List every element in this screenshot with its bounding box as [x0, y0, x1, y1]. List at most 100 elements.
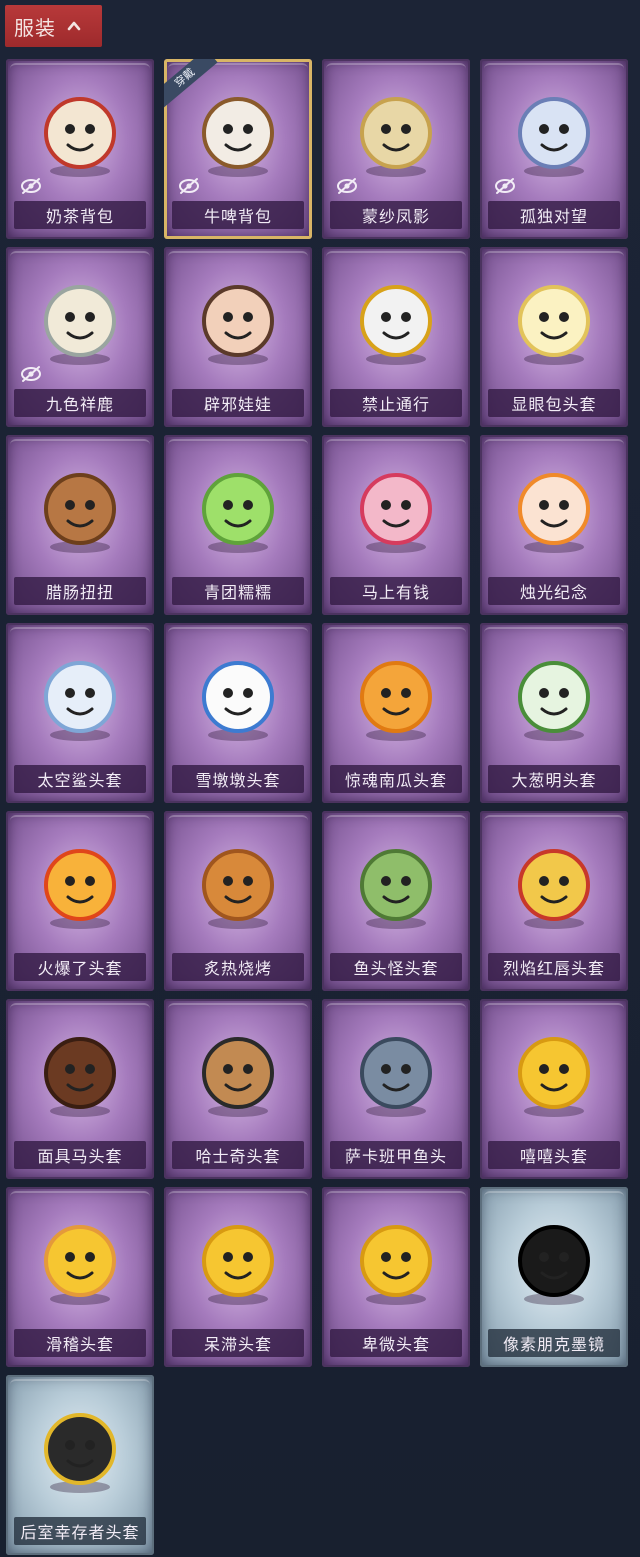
section-header-costume[interactable]: 服装 — [5, 5, 102, 47]
green-dumpling-icon — [202, 473, 274, 553]
card-frame-decoration — [10, 1003, 150, 1015]
chevron-up-icon — [67, 21, 81, 31]
card-frame-decoration — [10, 439, 150, 451]
husky-head-icon — [202, 1037, 274, 1117]
item-card[interactable]: 嘻嘻头套 — [480, 999, 628, 1179]
card-frame-decoration — [10, 1379, 150, 1391]
item-label: 青团糯糯 — [203, 583, 272, 602]
no-entry-cone-icon — [360, 285, 432, 365]
red-lips-head-icon — [518, 849, 590, 929]
wardrobe-page: 服装 奶茶背包 穿戴 牛啤背包蒙纱凤影 孤独对望九色祥鹿 辟邪娃娃 禁止通行 显眼包头套腊肠… — [0, 0, 640, 1557]
item-label-bar: 马上有钱 — [330, 577, 462, 605]
item-label: 雪墩墩头套 — [195, 771, 281, 790]
humble-emoji-icon — [360, 1225, 432, 1305]
card-frame-decoration — [10, 627, 150, 639]
eye-slash-icon[interactable] — [20, 365, 42, 383]
item-card[interactable]: 显眼包头套 — [480, 247, 628, 427]
item-card[interactable]: 孤独对望 — [480, 59, 628, 239]
item-label: 九色祥鹿 — [45, 395, 114, 414]
card-frame-decoration — [484, 627, 624, 639]
item-label-bar: 像素朋克墨镜 — [488, 1329, 620, 1357]
item-label: 火爆了头套 — [37, 959, 123, 978]
card-frame-decoration — [168, 251, 308, 263]
card-frame-decoration — [484, 63, 624, 75]
item-card[interactable]: 哈士奇头套 — [164, 999, 312, 1179]
item-card[interactable]: 九色祥鹿 — [6, 247, 154, 427]
item-label-bar: 火爆了头套 — [14, 953, 146, 981]
item-card[interactable]: 雪墩墩头套 — [164, 623, 312, 803]
pixel-sunglasses-icon — [518, 1225, 590, 1305]
card-frame-decoration — [484, 815, 624, 827]
item-card[interactable]: 禁止通行 — [322, 247, 470, 427]
card-frame-decoration — [326, 1003, 466, 1015]
space-shark-icon — [44, 661, 116, 741]
card-frame-decoration — [326, 63, 466, 75]
item-card[interactable]: 奶茶背包 — [6, 59, 154, 239]
item-card[interactable]: 蒙纱凤影 — [322, 59, 470, 239]
item-card[interactable]: 穿戴 牛啤背包 — [164, 59, 312, 239]
pumpkin-head-icon — [360, 661, 432, 741]
item-card[interactable]: 滑稽头套 — [6, 1187, 154, 1367]
item-card[interactable]: 太空鲨头套 — [6, 623, 154, 803]
card-frame-decoration — [10, 1191, 150, 1203]
item-card[interactable]: 萨卡班甲鱼头 — [322, 999, 470, 1179]
item-card[interactable]: 腊肠扭扭 — [6, 435, 154, 615]
item-label-bar: 鱼头怪头套 — [330, 953, 462, 981]
item-label: 蒙纱凤影 — [361, 207, 430, 226]
item-card[interactable]: 辟邪娃娃 — [164, 247, 312, 427]
card-frame-decoration — [10, 63, 150, 75]
pink-horse-icon — [360, 473, 432, 553]
item-card[interactable]: 鱼头怪头套 — [322, 811, 470, 991]
card-frame-decoration — [326, 251, 466, 263]
item-card[interactable]: 卑微头套 — [322, 1187, 470, 1367]
veiled-phoenix-icon — [360, 97, 432, 177]
eye-slash-icon[interactable] — [20, 177, 42, 195]
item-card[interactable]: 呆滞头套 — [164, 1187, 312, 1367]
item-label-bar: 蒙纱凤影 — [330, 201, 462, 229]
eye-slash-icon[interactable] — [178, 177, 200, 195]
item-label-bar: 孤独对望 — [488, 201, 620, 229]
eye-slash-icon[interactable] — [336, 177, 358, 195]
item-label: 滑稽头套 — [45, 1335, 114, 1354]
item-card[interactable]: 大葱明头套 — [480, 623, 628, 803]
item-label: 鱼头怪头套 — [353, 959, 439, 978]
item-card[interactable]: 烈焰红唇头套 — [480, 811, 628, 991]
item-card[interactable]: 后室幸存者头套 — [6, 1375, 154, 1555]
scallion-head-icon — [518, 661, 590, 741]
item-card[interactable]: 像素朋克墨镜 — [480, 1187, 628, 1367]
item-card[interactable]: 面具马头套 — [6, 999, 154, 1179]
item-label: 炙热烧烤 — [203, 959, 272, 978]
lonely-gaze-icon — [518, 97, 590, 177]
card-frame-decoration — [10, 815, 150, 827]
item-card[interactable]: 火爆了头套 — [6, 811, 154, 991]
item-label-bar: 大葱明头套 — [488, 765, 620, 793]
item-label: 烛光纪念 — [519, 583, 588, 602]
snowman-head-icon — [202, 661, 274, 741]
item-label: 哈士奇头套 — [195, 1147, 281, 1166]
item-label-bar: 萨卡班甲鱼头 — [330, 1141, 462, 1169]
item-label-bar: 后室幸存者头套 — [14, 1517, 146, 1545]
item-card[interactable]: 青团糯糯 — [164, 435, 312, 615]
gas-mask-helmet-icon — [44, 1413, 116, 1493]
item-label: 辟邪娃娃 — [203, 395, 272, 414]
card-frame-decoration — [326, 1191, 466, 1203]
item-card[interactable]: 惊魂南瓜头套 — [322, 623, 470, 803]
item-label-bar: 滑稽头套 — [14, 1329, 146, 1357]
bbq-meat-icon — [202, 849, 274, 929]
card-frame-decoration — [168, 627, 308, 639]
item-card[interactable]: 烛光纪念 — [480, 435, 628, 615]
item-label-bar: 呆滞头套 — [172, 1329, 304, 1357]
card-frame-decoration — [168, 1191, 308, 1203]
eye-slash-icon[interactable] — [494, 177, 516, 195]
fireball-head-icon — [44, 849, 116, 929]
item-card[interactable]: 马上有钱 — [322, 435, 470, 615]
beer-barrel-backpack-icon — [202, 97, 274, 177]
item-label-bar: 烈焰红唇头套 — [488, 953, 620, 981]
item-label-bar: 九色祥鹿 — [14, 389, 146, 417]
item-label-bar: 嘻嘻头套 — [488, 1141, 620, 1169]
item-card[interactable]: 炙热烧烤 — [164, 811, 312, 991]
grin-emoji-icon — [518, 1037, 590, 1117]
lightbulb-head-icon — [518, 285, 590, 365]
sacabambaspis-icon — [360, 1037, 432, 1117]
item-label-bar: 炙热烧烤 — [172, 953, 304, 981]
